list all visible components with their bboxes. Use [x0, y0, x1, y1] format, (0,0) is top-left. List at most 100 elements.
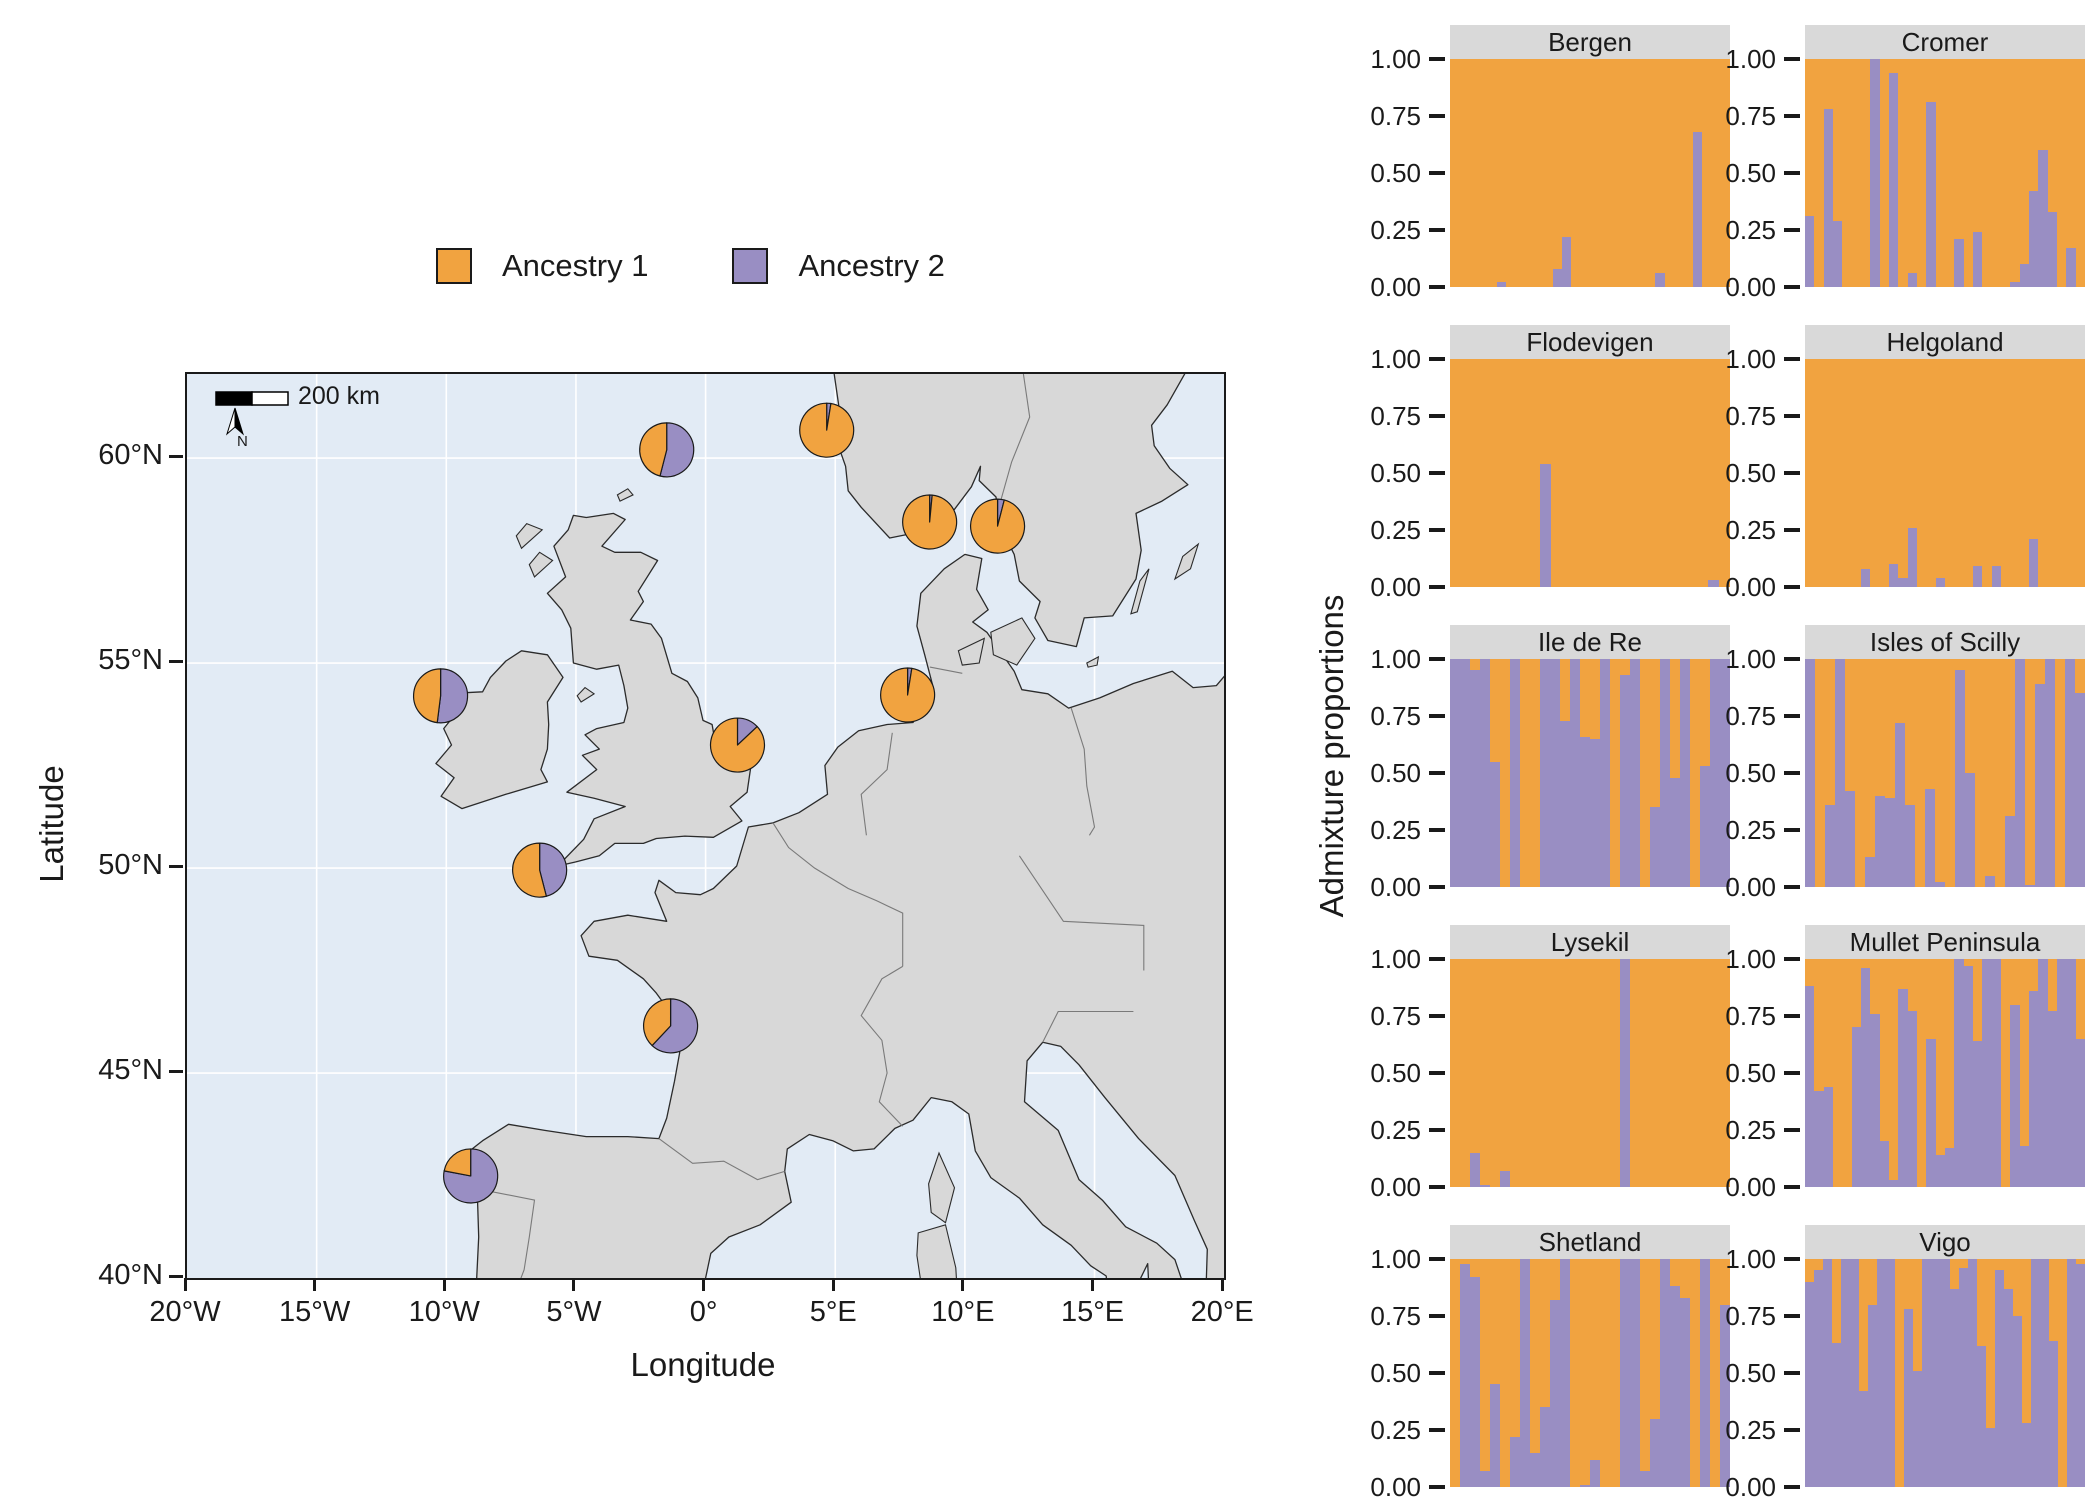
admixture-y-tick [1784, 1071, 1800, 1075]
individual-bar [1875, 659, 1885, 887]
individual-bar [2076, 359, 2085, 587]
ancestry2-segment [2057, 959, 2066, 1187]
admixture-y-tick-label: 0.25 [1341, 815, 1421, 846]
ancestry2-segment [1841, 1259, 1850, 1487]
ancestry-pie-isles-of-scilly [513, 843, 567, 897]
ancestry2-segment [1992, 959, 2001, 1187]
admixture-y-tick-label: 0.00 [1696, 872, 1776, 903]
map-y-tick-label: 60°N [33, 439, 163, 472]
admixture-y-tick-label: 0.50 [1341, 1358, 1421, 1389]
individual-bar [1674, 359, 1685, 587]
ancestry2-segment [2066, 959, 2075, 1187]
ancestry2-segment [1650, 1419, 1660, 1487]
ancestry2-segment [1870, 59, 1879, 287]
admixture-y-tick-label: 1.00 [1696, 944, 1776, 975]
individual-bar [1805, 59, 1814, 287]
admixture-y-tick-label: 0.50 [1696, 1058, 1776, 1089]
ancestry2-segment [2067, 1259, 2076, 1487]
admixture-y-tick [1429, 1371, 1445, 1375]
individual-bar [1917, 359, 1926, 587]
individual-bar [1852, 959, 1861, 1187]
individual-bar [1977, 1259, 1986, 1487]
individual-bar [1573, 359, 1584, 587]
individual-bar [1600, 659, 1610, 887]
individual-bar [1520, 1259, 1530, 1487]
ancestry2-segment [2040, 1259, 2049, 1487]
ancestry2-segment [2038, 150, 2047, 287]
panel-title: Shetland [1539, 1227, 1642, 1258]
ancestry2-segment [1895, 723, 1905, 887]
admixture-y-tick-label: 0.75 [1341, 1001, 1421, 1032]
individual-bar [1835, 659, 1845, 887]
individual-bar [1950, 1259, 1959, 1487]
individual-bar [1640, 1259, 1650, 1487]
individual-bar [1495, 359, 1506, 587]
individual-bar [1964, 959, 1973, 1187]
admixture-y-tick [1429, 828, 1445, 832]
admixture-plot-bergen [1450, 59, 1730, 287]
individual-bar [1459, 59, 1468, 287]
ancestry2-segment [1540, 659, 1550, 887]
ancestry2-segment [1530, 1453, 1540, 1487]
individual-bar [1655, 59, 1664, 287]
ancestry2-segment [1945, 1148, 1954, 1187]
individual-bar [2057, 59, 2066, 287]
ancestry2-segment [1995, 1270, 2004, 1487]
individual-bar [2020, 359, 2029, 587]
admixture-plot-helgoland [1805, 359, 2085, 587]
individual-bar [1580, 1259, 1590, 1487]
panel-strip-flodevigen: Flodevigen [1450, 325, 1730, 359]
individual-bar [1898, 359, 1907, 587]
panel-strip-vigo: Vigo [1805, 1225, 2085, 1259]
individual-bar [1607, 359, 1618, 587]
panel-title: Bergen [1548, 27, 1632, 58]
ancestry-1-label: Ancestry 1 [502, 248, 648, 284]
admixture-y-tick-label: 0.00 [1341, 272, 1421, 303]
individual-bar [1922, 1259, 1931, 1487]
individual-bar [1861, 959, 1870, 1187]
ancestry2-segment [2013, 1316, 2022, 1487]
individual-bar [1824, 959, 1833, 1187]
individual-bar [1580, 659, 1590, 887]
ancestry2-segment [1510, 1437, 1520, 1487]
individual-bar [1940, 1259, 1949, 1487]
individual-bar [1995, 659, 2005, 887]
individual-bar [1917, 959, 1926, 1187]
individual-bar [2076, 59, 2085, 287]
individual-bar [1852, 59, 1861, 287]
individual-bar [1490, 959, 1500, 1187]
individual-bar [1590, 59, 1599, 287]
admixture-y-tick [1429, 171, 1445, 175]
admixture-y-tick-label: 0.50 [1696, 158, 1776, 189]
map-y-tick [169, 865, 183, 868]
ancestry2-segment [1886, 1259, 1895, 1487]
ancestry2-segment [1580, 1485, 1590, 1487]
individual-bar [1560, 959, 1570, 1187]
ancestry2-segment [1968, 1259, 1977, 1487]
ancestry2-segment [1868, 1305, 1877, 1487]
individual-bar [1618, 59, 1627, 287]
individual-bar [2029, 959, 2038, 1187]
ancestry2-segment [1650, 807, 1660, 887]
individual-bar [1824, 359, 1833, 587]
individual-bar [1596, 359, 1607, 587]
ancestry2-segment [1560, 721, 1570, 887]
map-x-tick [184, 1278, 187, 1291]
individual-bar [1506, 59, 1515, 287]
map-x-tick-label: 5°E [763, 1296, 903, 1329]
admixture-y-tick [1429, 1485, 1445, 1489]
individual-bar [1685, 359, 1696, 587]
admixture-y-tick [1429, 957, 1445, 961]
individual-bar [1520, 659, 1530, 887]
individual-bar [1814, 1259, 1823, 1487]
individual-bar [1880, 959, 1889, 1187]
individual-bar [1964, 359, 1973, 587]
admixture-y-tick [1784, 828, 1800, 832]
admixture-y-tick-label: 1.00 [1341, 1244, 1421, 1275]
ancestry2-segment [1898, 989, 1907, 1187]
map-x-tick [313, 1278, 316, 1291]
admixture-y-tick-label: 0.25 [1696, 515, 1776, 546]
ancestry2-segment [1850, 1259, 1859, 1487]
admixture-y-tick-label: 0.00 [1696, 1472, 1776, 1500]
individual-bar [1480, 959, 1490, 1187]
